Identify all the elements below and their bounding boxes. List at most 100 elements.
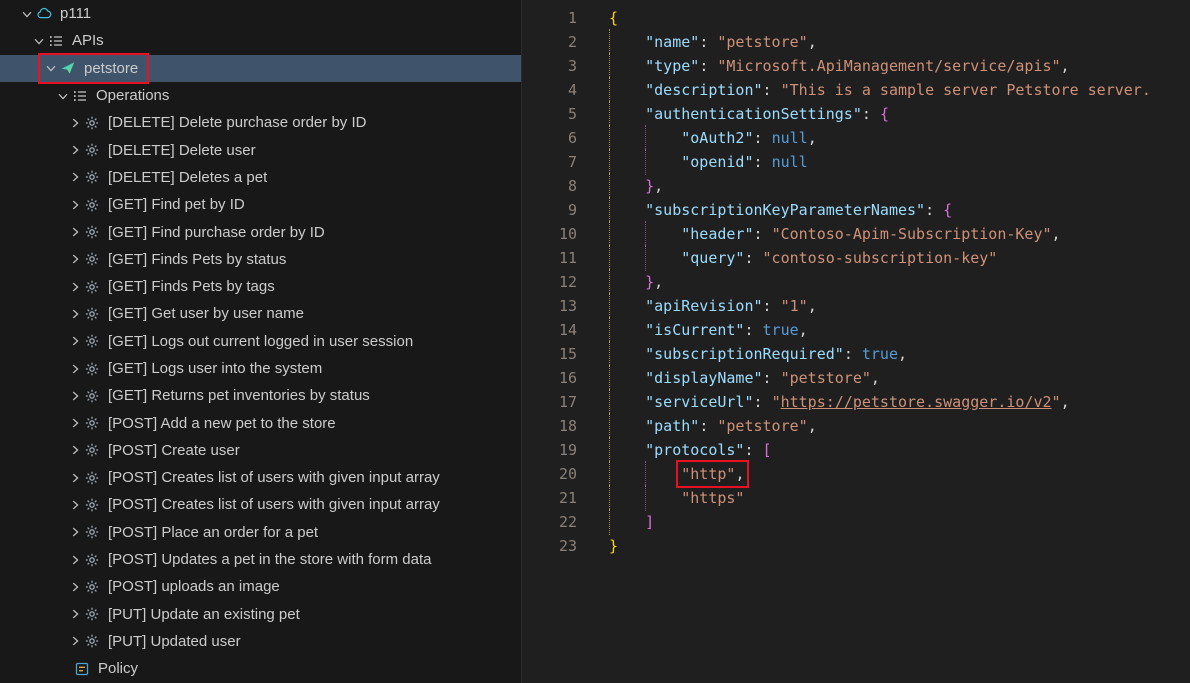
chevron-right-icon[interactable] bbox=[66, 524, 84, 540]
tree-row-post-creates-list-of-users-with-given-input-array[interactable]: [POST] Creates list of users with given … bbox=[0, 464, 521, 491]
chevron-down-icon[interactable] bbox=[18, 6, 36, 22]
tree-row-post-uploads-an-image[interactable]: [POST] uploads an image bbox=[0, 573, 521, 600]
line-content[interactable]: } bbox=[609, 534, 618, 558]
tree-row-delete-delete-purchase-order-by-id[interactable]: [DELETE] Delete purchase order by ID bbox=[0, 109, 521, 136]
line-number[interactable]: 3 bbox=[522, 54, 577, 78]
tree-row-get-get-user-by-user-name[interactable]: [GET] Get user by user name bbox=[0, 300, 521, 327]
line-number[interactable]: 9 bbox=[522, 198, 577, 222]
tree-row-get-logs-out-current-logged-in-user-session[interactable]: [GET] Logs out current logged in user se… bbox=[0, 328, 521, 355]
line-content[interactable]: "subscriptionKeyParameterNames": { bbox=[609, 198, 952, 222]
tree-row-operations[interactable]: Operations bbox=[0, 82, 521, 109]
line-content[interactable]: "path": "petstore", bbox=[609, 414, 817, 438]
tree-row-get-find-pet-by-id[interactable]: [GET] Find pet by ID bbox=[0, 191, 521, 218]
line-number[interactable]: 5 bbox=[522, 102, 577, 126]
line-number[interactable]: 10 bbox=[522, 222, 577, 246]
line-content[interactable]: "oAuth2": null, bbox=[609, 126, 817, 150]
line-number[interactable]: 12 bbox=[522, 270, 577, 294]
line-number[interactable]: 17 bbox=[522, 390, 577, 414]
chevron-right-icon[interactable] bbox=[66, 633, 84, 649]
chevron-right-icon[interactable] bbox=[66, 606, 84, 622]
chevron-down-icon[interactable] bbox=[30, 33, 48, 49]
line-number[interactable]: 11 bbox=[522, 246, 577, 270]
chevron-right-icon[interactable] bbox=[66, 197, 84, 213]
chevron-right-icon[interactable] bbox=[66, 279, 84, 295]
line-content[interactable]: "https" bbox=[609, 486, 744, 510]
tree-row-policy[interactable]: Policy bbox=[0, 655, 521, 682]
line-number[interactable]: 21 bbox=[522, 486, 577, 510]
tree-row-p111[interactable]: p111 bbox=[0, 0, 521, 27]
chevron-right-icon[interactable] bbox=[66, 224, 84, 240]
tree-row-apis[interactable]: APIs bbox=[0, 27, 521, 54]
line-number[interactable]: 20 bbox=[522, 462, 577, 486]
tree-row-post-create-user[interactable]: [POST] Create user bbox=[0, 437, 521, 464]
tree-row-post-add-a-new-pet-to-the-store[interactable]: [POST] Add a new pet to the store bbox=[0, 409, 521, 436]
tree-item-label: [GET] Find pet by ID bbox=[108, 196, 245, 213]
chevron-right-icon[interactable] bbox=[66, 142, 84, 158]
line-content[interactable]: "http", bbox=[609, 462, 744, 486]
line-number[interactable]: 23 bbox=[522, 534, 577, 558]
line-content[interactable]: "isCurrent": true, bbox=[609, 318, 808, 342]
line-content[interactable]: "protocols": [ bbox=[609, 438, 772, 462]
line-content[interactable]: "subscriptionRequired": true, bbox=[609, 342, 907, 366]
line-number[interactable]: 16 bbox=[522, 366, 577, 390]
code-editor[interactable]: 1 {2 "name": "petstore", 3 "type": "Micros… bbox=[521, 0, 1190, 683]
line-content[interactable]: { bbox=[609, 6, 618, 30]
tree-row-get-find-purchase-order-by-id[interactable]: [GET] Find purchase order by ID bbox=[0, 218, 521, 245]
chevron-right-icon[interactable] bbox=[66, 497, 84, 513]
tree-row-post-place-an-order-for-a-pet[interactable]: [POST] Place an order for a pet bbox=[0, 519, 521, 546]
chevron-right-icon[interactable] bbox=[66, 333, 84, 349]
line-number[interactable]: 14 bbox=[522, 318, 577, 342]
line-number[interactable]: 13 bbox=[522, 294, 577, 318]
line-content[interactable]: "name": "petstore", bbox=[609, 30, 817, 54]
chevron-right-icon[interactable] bbox=[66, 169, 84, 185]
tree-row-delete-deletes-a-pet[interactable]: [DELETE] Deletes a pet bbox=[0, 164, 521, 191]
tree-row-get-finds-pets-by-tags[interactable]: [GET] Finds Pets by tags bbox=[0, 273, 521, 300]
chevron-right-icon[interactable] bbox=[66, 251, 84, 267]
line-content[interactable]: "openid": null bbox=[609, 150, 808, 174]
chevron-right-icon[interactable] bbox=[66, 115, 84, 131]
tree-row-petstore[interactable]: petstore bbox=[0, 55, 521, 82]
line-content[interactable]: "apiRevision": "1", bbox=[609, 294, 817, 318]
tree-row-get-returns-pet-inventories-by-status[interactable]: [GET] Returns pet inventories by status bbox=[0, 382, 521, 409]
line-number[interactable]: 2 bbox=[522, 30, 577, 54]
code-token: , bbox=[808, 33, 817, 51]
line-number[interactable]: 18 bbox=[522, 414, 577, 438]
line-content[interactable]: }, bbox=[609, 174, 663, 198]
line-content[interactable]: "serviceUrl": "https://petstore.swagger.… bbox=[609, 390, 1070, 414]
line-number[interactable]: 15 bbox=[522, 342, 577, 366]
line-content[interactable]: "type": "Microsoft.ApiManagement/service… bbox=[609, 54, 1070, 78]
line-content[interactable]: }, bbox=[609, 270, 663, 294]
tree-row-put-updated-user[interactable]: [PUT] Updated user bbox=[0, 628, 521, 655]
tree-row-post-creates-list-of-users-with-given-input-array[interactable]: [POST] Creates list of users with given … bbox=[0, 491, 521, 518]
line-number[interactable]: 19 bbox=[522, 438, 577, 462]
tree-row-get-logs-user-into-the-system[interactable]: [GET] Logs user into the system bbox=[0, 355, 521, 382]
line-number[interactable]: 4 bbox=[522, 78, 577, 102]
line-number[interactable]: 22 bbox=[522, 510, 577, 534]
line-content[interactable]: "query": "contoso-subscription-key" bbox=[609, 246, 997, 270]
line-number[interactable]: 1 bbox=[522, 6, 577, 30]
line-content[interactable]: "authenticationSettings": { bbox=[609, 102, 889, 126]
chevron-down-icon[interactable] bbox=[42, 60, 60, 76]
tree-row-get-finds-pets-by-status[interactable]: [GET] Finds Pets by status bbox=[0, 246, 521, 273]
tree-row-put-update-an-existing-pet[interactable]: [PUT] Update an existing pet bbox=[0, 601, 521, 628]
line-content[interactable]: "displayName": "petstore", bbox=[609, 366, 880, 390]
chevron-right-icon[interactable] bbox=[66, 306, 84, 322]
line-content[interactable]: "description": "This is a sample server … bbox=[609, 78, 1160, 102]
line-number[interactable]: 6 bbox=[522, 126, 577, 150]
code-line-21: 21 "https" bbox=[522, 486, 1190, 510]
chevron-right-icon[interactable] bbox=[66, 361, 84, 377]
line-number[interactable]: 7 bbox=[522, 150, 577, 174]
line-content[interactable]: ] bbox=[609, 510, 654, 534]
chevron-right-icon[interactable] bbox=[66, 552, 84, 568]
chevron-down-icon[interactable] bbox=[54, 88, 72, 104]
chevron-right-icon[interactable] bbox=[66, 415, 84, 431]
tree-row-post-updates-a-pet-in-the-store-with-form-data[interactable]: [POST] Updates a pet in the store with f… bbox=[0, 546, 521, 573]
line-number[interactable]: 8 bbox=[522, 174, 577, 198]
chevron-right-icon[interactable] bbox=[66, 442, 84, 458]
code-token: } bbox=[645, 177, 654, 195]
chevron-right-icon[interactable] bbox=[66, 579, 84, 595]
chevron-right-icon[interactable] bbox=[66, 388, 84, 404]
chevron-right-icon[interactable] bbox=[66, 470, 84, 486]
line-content[interactable]: "header": "Contoso-Apim-Subscription-Key… bbox=[609, 222, 1061, 246]
tree-row-delete-delete-user[interactable]: [DELETE] Delete user bbox=[0, 136, 521, 163]
